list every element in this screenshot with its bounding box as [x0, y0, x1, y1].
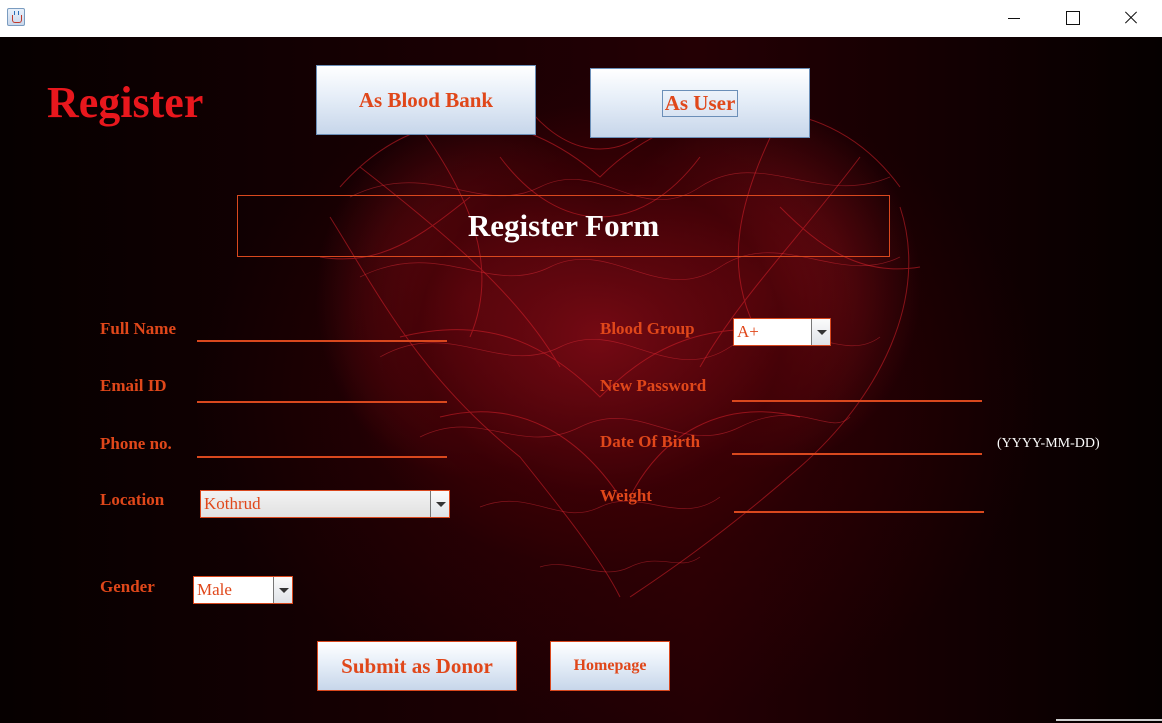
submit-as-donor-button[interactable]: Submit as Donor	[317, 641, 517, 691]
new-password-label: New Password	[600, 376, 707, 395]
register-form-heading: Register Form	[237, 195, 890, 257]
email-field[interactable]	[197, 401, 447, 403]
phone-label: Phone no.	[100, 434, 172, 453]
window-titlebar	[0, 0, 1162, 37]
weight-field[interactable]	[734, 511, 984, 513]
close-icon[interactable]	[1101, 0, 1159, 37]
full-name-field[interactable]	[197, 340, 447, 342]
new-password-field[interactable]	[732, 400, 982, 402]
full-name-label: Full Name	[100, 319, 177, 338]
as-user-button[interactable]: As User	[590, 68, 810, 138]
email-label: Email ID	[100, 376, 167, 395]
location-select[interactable]: Kothrud	[200, 490, 450, 518]
gender-select[interactable]: Male	[193, 576, 293, 604]
phone-field[interactable]	[197, 456, 447, 458]
location-value: Kothrud	[204, 494, 261, 513]
blood-group-value: A+	[737, 322, 759, 341]
maximize-icon[interactable]	[1043, 0, 1101, 37]
status-divider	[1056, 719, 1162, 721]
date-format-hint: (YYYY-MM-DD)	[997, 436, 1100, 451]
location-label: Location	[100, 490, 165, 509]
weight-label: Weight	[600, 486, 652, 505]
register-window-content: Register As Blood Bank As User Register …	[0, 37, 1162, 723]
blood-group-label: Blood Group	[600, 319, 695, 338]
blood-group-select[interactable]: A+	[733, 318, 831, 346]
as-user-button-label: As User	[661, 89, 739, 117]
chevron-down-icon[interactable]	[273, 577, 292, 603]
as-blood-bank-button[interactable]: As Blood Bank	[316, 65, 536, 135]
chevron-down-icon[interactable]	[811, 319, 830, 345]
date-of-birth-field[interactable]	[732, 453, 982, 455]
heart-vessels-background	[319, 96, 921, 598]
homepage-button[interactable]: Homepage	[550, 641, 670, 691]
gender-label: Gender	[100, 577, 155, 596]
java-cup-icon	[7, 8, 25, 26]
gender-value: Male	[197, 580, 232, 599]
date-of-birth-label: Date Of Birth	[600, 432, 701, 451]
minimize-icon[interactable]	[985, 0, 1043, 37]
page-title: Register	[47, 78, 204, 127]
chevron-down-icon[interactable]	[430, 491, 449, 517]
